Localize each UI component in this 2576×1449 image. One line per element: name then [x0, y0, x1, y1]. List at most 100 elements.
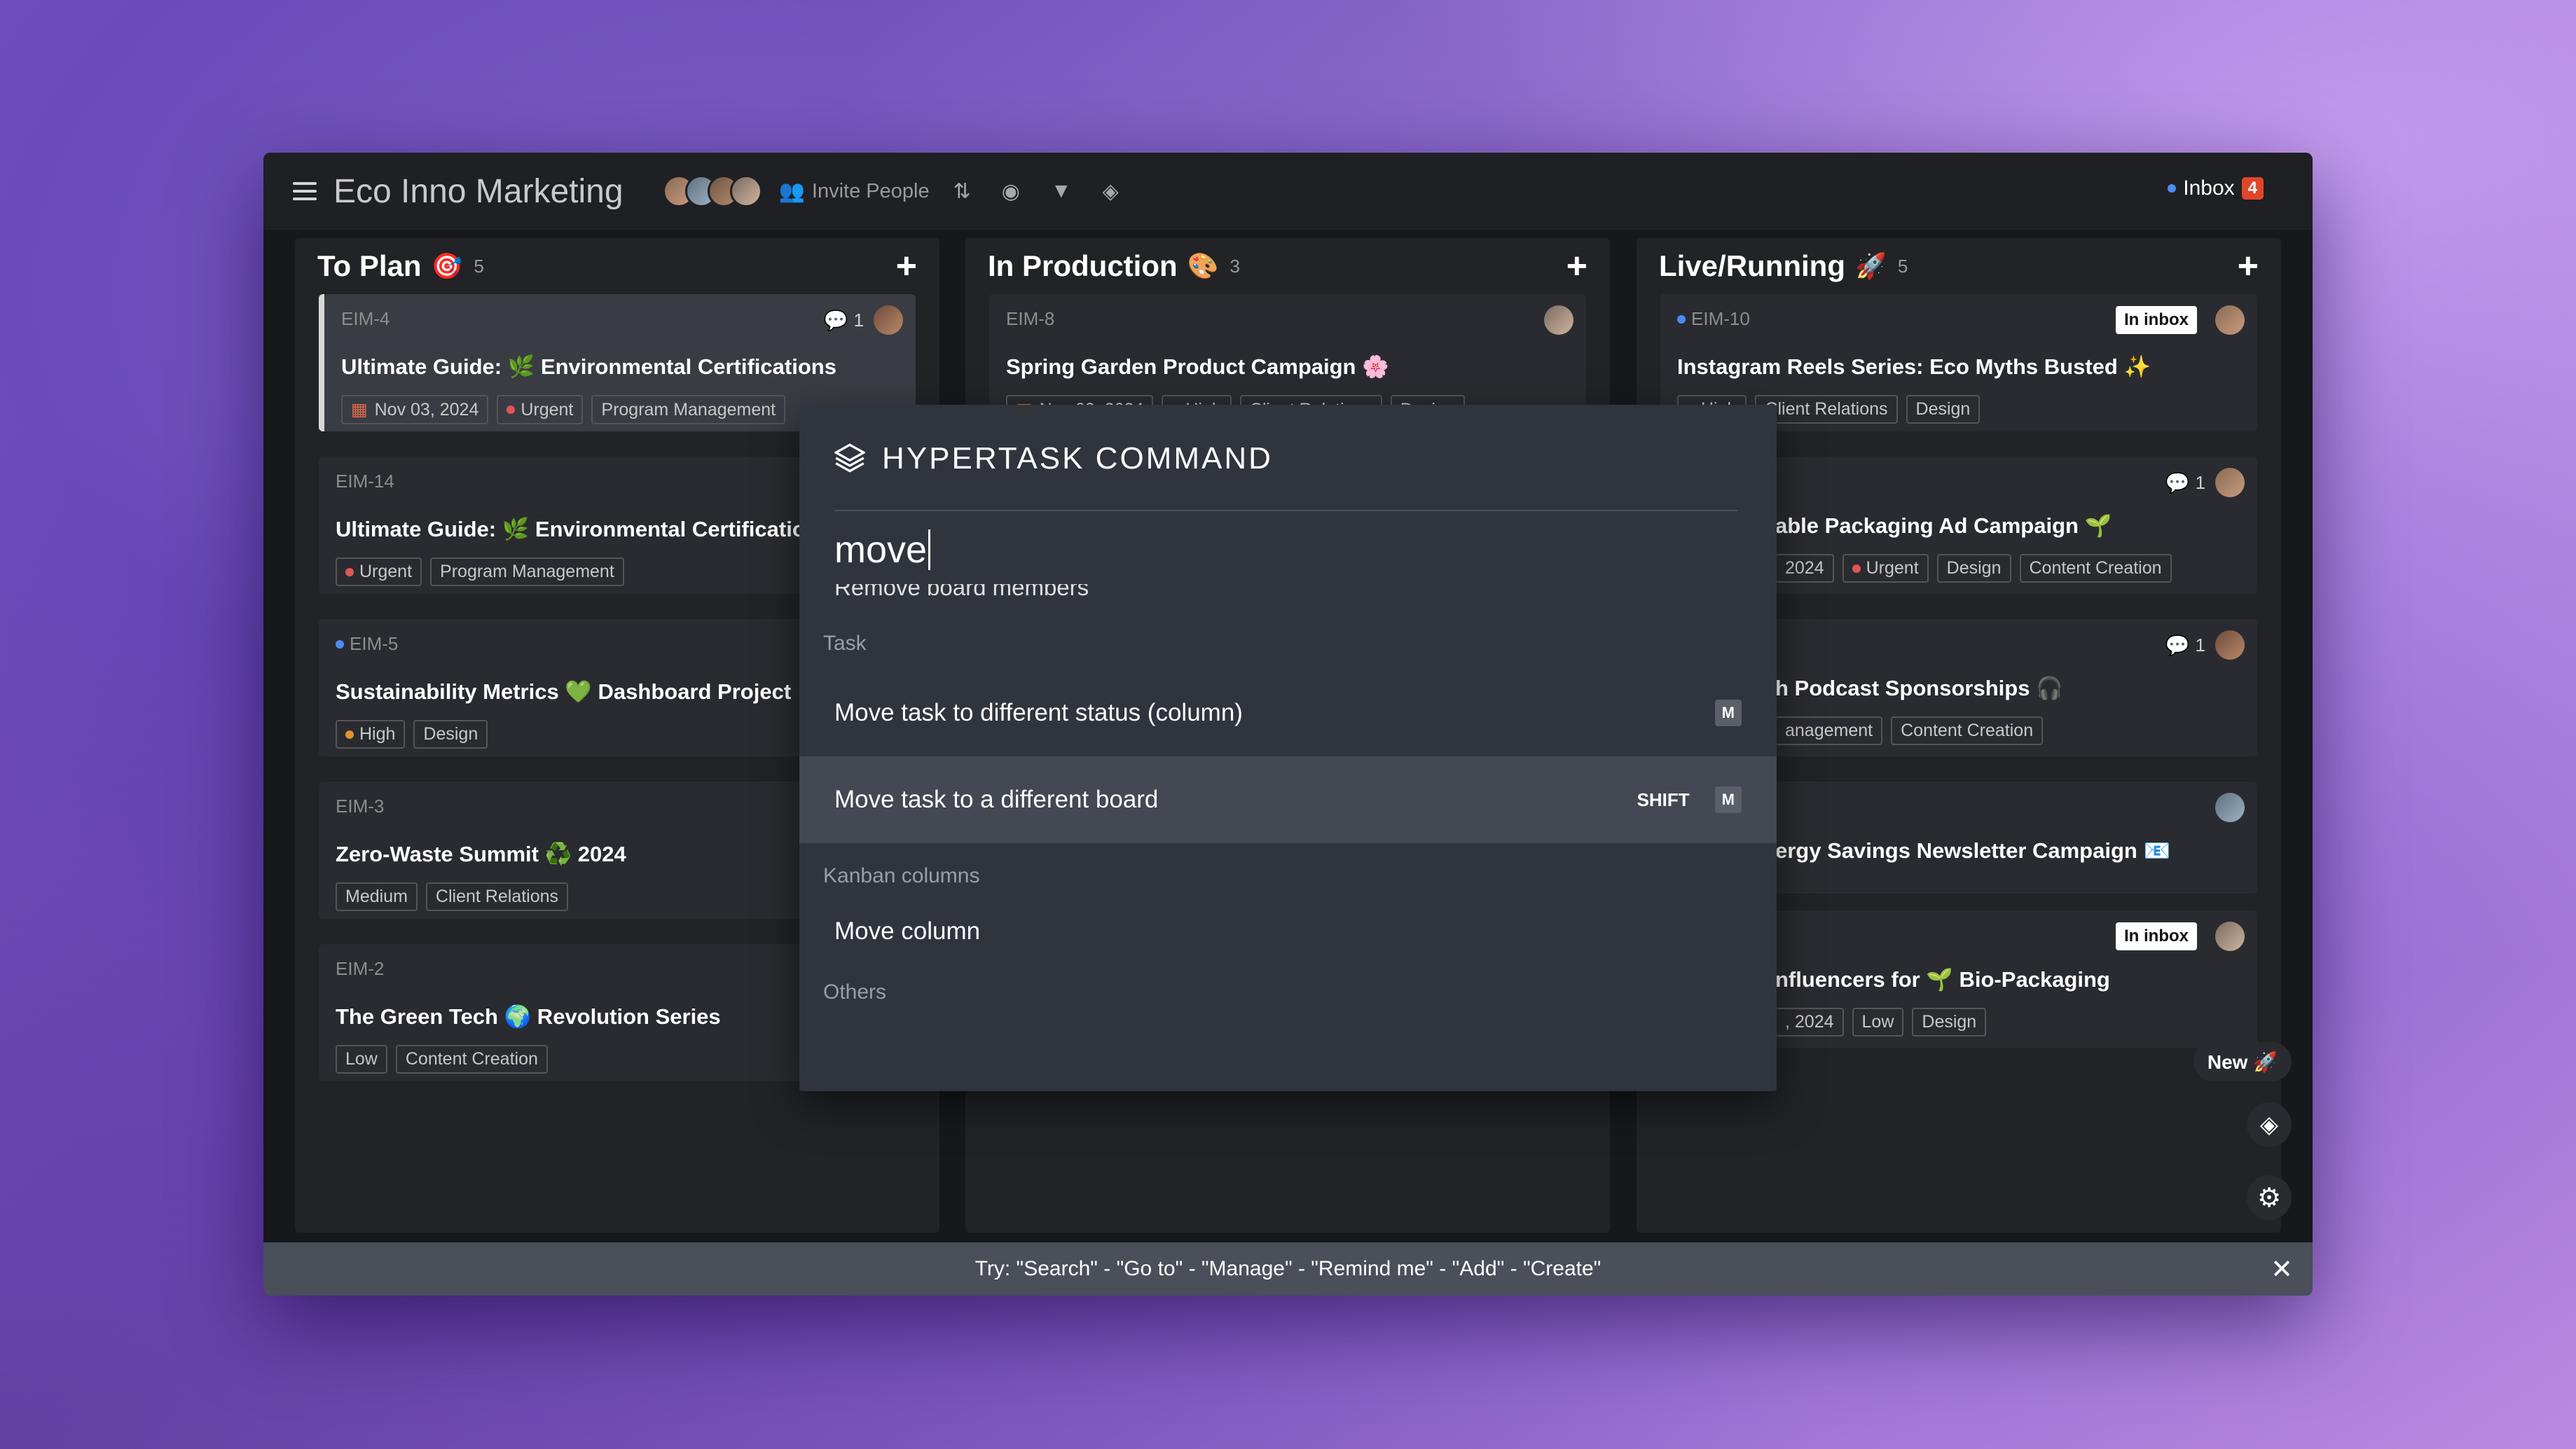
- command-item-move-status[interactable]: Move task to different status (column) M: [799, 670, 1777, 756]
- priority-tag: Urgent: [1842, 554, 1929, 583]
- new-task-button[interactable]: New 🚀: [2193, 1042, 2292, 1081]
- column-header: To Plan 🎯 5 +: [295, 238, 939, 294]
- card-meta: In inbox: [2116, 305, 2245, 335]
- label-tag: Client Relations: [425, 882, 569, 911]
- assignee-avatar: [2215, 468, 2245, 497]
- task-title: Spring Garden Product Campaign 🌸: [1006, 354, 1389, 379]
- assignee-avatar: [2215, 305, 2245, 335]
- due-date: , 2024: [1775, 1008, 1844, 1037]
- column-count: 5: [1897, 255, 1908, 277]
- command-item-move-board[interactable]: Move task to a different board SHIFT M: [799, 756, 1777, 843]
- column-header: In Production 🎨 3 +: [965, 238, 1610, 294]
- column-count: 5: [474, 255, 484, 277]
- hint-text: Try: "Search" - "Go to" - "Manage" - "Re…: [974, 1257, 1602, 1280]
- comment-count: 1: [2195, 634, 2205, 656]
- command-item[interactable]: Remove board members: [834, 584, 1777, 601]
- menu-icon[interactable]: [293, 182, 317, 200]
- sort-icon: ⇅: [953, 179, 971, 203]
- column-title: Live/Running: [1659, 249, 1845, 282]
- label-tag: Content Creation: [395, 1045, 548, 1074]
- invite-people-button[interactable]: 👥 Invite People: [779, 179, 930, 204]
- section-header-kanban: Kanban columns: [823, 864, 980, 887]
- eye-icon: ◉: [1001, 179, 1020, 203]
- priority-tag: Low: [1852, 1008, 1904, 1037]
- card-meta: 💬 1: [2165, 630, 2245, 660]
- comment-count: 1: [853, 309, 864, 331]
- assignee-avatar: [2215, 793, 2245, 822]
- invite-label: Invite People: [811, 179, 930, 202]
- shortcut-key: M: [1714, 700, 1742, 726]
- command-label: Move task to a different board: [834, 786, 1159, 813]
- comment-icon: 💬: [2165, 471, 2190, 494]
- rocket-icon: 🚀: [1855, 251, 1887, 280]
- assignee-avatar: [2215, 630, 2245, 660]
- section-header-task: Task: [823, 632, 867, 655]
- add-task-button[interactable]: +: [2238, 248, 2259, 284]
- card-meta: 💬 1: [2165, 468, 2245, 497]
- add-user-icon: 👥: [778, 179, 805, 203]
- label-tag: Design: [1912, 1008, 1987, 1037]
- task-title: Ultimate Guide: 🌿 Environmental Certific…: [341, 354, 836, 379]
- assignee-avatar: [874, 305, 903, 335]
- column-count: 3: [1230, 255, 1240, 277]
- due-date: ▦Nov 03, 2024: [341, 395, 489, 424]
- card-meta: In inbox: [2116, 922, 2245, 951]
- target-icon: 🎯: [431, 251, 463, 280]
- due-date: 2024: [1775, 554, 1834, 583]
- board-title: Eco Inno Marketing: [333, 172, 624, 210]
- hypertask-icon[interactable]: ◈: [2247, 1102, 2292, 1147]
- filter-icon: ▼: [1050, 179, 1072, 202]
- label-tag: Content Creation: [1891, 716, 2044, 745]
- layers-button[interactable]: ◈: [1103, 179, 1126, 204]
- label-tag: Program Management: [430, 557, 624, 586]
- comment-icon: 💬: [823, 309, 848, 331]
- priority-tag: Low: [336, 1045, 387, 1074]
- avatar: [729, 175, 762, 207]
- task-title: Instagram Reels Series: Eco Myths Busted…: [1677, 354, 2151, 379]
- layers-icon: ◈: [1102, 179, 1119, 203]
- section-header-others: Others: [823, 980, 887, 1004]
- label-tag: Content Creation: [2019, 554, 2172, 583]
- top-bar: Eco Inno Marketing 👥 Invite People ⇅ ◉ ▼…: [263, 153, 2313, 230]
- divider: [834, 510, 1737, 511]
- inbox-button[interactable]: Inbox 4: [2168, 176, 2264, 200]
- label-tag: Design: [413, 720, 488, 749]
- command-query: move: [834, 529, 928, 571]
- shortcut-modifier: SHIFT: [1637, 789, 1690, 810]
- add-task-button[interactable]: +: [1566, 248, 1587, 284]
- filter-button[interactable]: ▼: [1051, 179, 1079, 203]
- text-caret: [928, 529, 931, 570]
- assignee-avatar: [1544, 305, 1573, 335]
- column-header: Live/Running 🚀 5 +: [1637, 238, 2281, 294]
- close-icon[interactable]: ✕: [2271, 1254, 2293, 1285]
- command-item-move-column[interactable]: Move column: [799, 888, 1777, 975]
- command-label: Move column: [834, 917, 981, 945]
- command-search-input[interactable]: move: [834, 528, 1742, 571]
- comment-icon: 💬: [2165, 634, 2190, 656]
- task-id: EIM-4: [341, 308, 390, 329]
- inbox-label: Inbox: [2183, 176, 2235, 200]
- column-title: To Plan: [317, 249, 422, 282]
- priority-tag: High: [336, 720, 406, 749]
- command-header: HYPERTASK COMMAND: [799, 405, 1777, 476]
- card-meta: [1534, 305, 1573, 335]
- command-title: HYPERTASK COMMAND: [882, 441, 1273, 476]
- board-members[interactable]: [662, 175, 762, 207]
- sort-button[interactable]: ⇅: [953, 179, 978, 204]
- priority-tag: Urgent: [336, 557, 422, 586]
- label-tag: anagement: [1775, 716, 1883, 745]
- assignee-avatar: [2215, 922, 2245, 951]
- command-hint-bar: Try: "Search" - "Go to" - "Manage" - "Re…: [263, 1242, 2313, 1296]
- view-button[interactable]: ◉: [1002, 179, 1027, 204]
- add-task-button[interactable]: +: [896, 248, 917, 284]
- priority-tag: Urgent: [497, 395, 584, 424]
- in-inbox-badge: In inbox: [2116, 306, 2197, 334]
- shortcut-key: M: [1714, 786, 1742, 813]
- unread-dot: [2168, 184, 2177, 193]
- label-tag: Design: [1936, 554, 2011, 583]
- settings-gear-icon[interactable]: ⚙: [2247, 1175, 2292, 1220]
- command-label: Move task to different status (column): [834, 699, 1243, 726]
- label-tag: Design: [1906, 395, 1981, 424]
- column-title: In Production: [988, 249, 1178, 282]
- calendar-icon: ▦: [351, 400, 368, 420]
